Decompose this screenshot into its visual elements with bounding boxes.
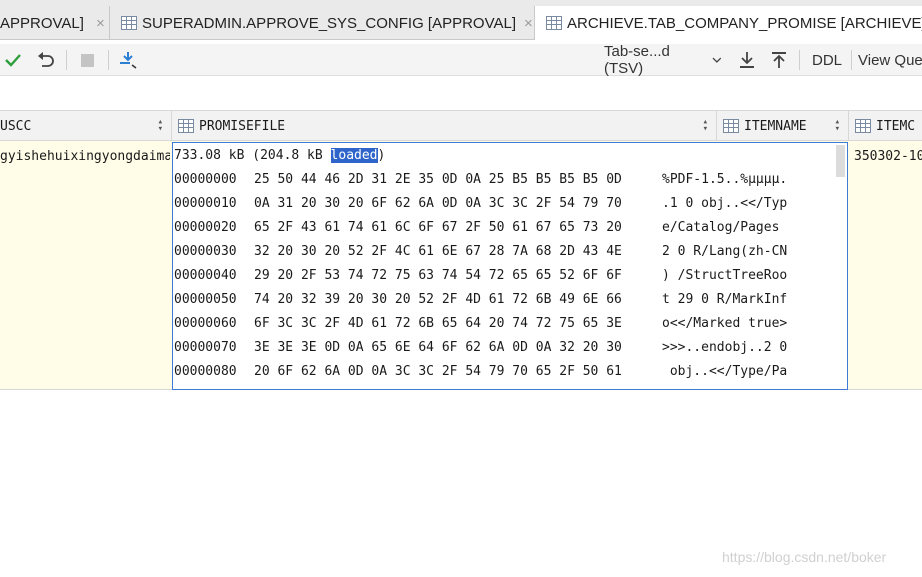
export-format-select[interactable]: Tab-se...d (TSV) bbox=[604, 43, 722, 77]
tab-approval[interactable]: APPROVAL] × bbox=[0, 6, 110, 40]
toolbar-separator bbox=[108, 50, 109, 70]
revert-button[interactable] bbox=[34, 44, 58, 76]
close-icon[interactable]: × bbox=[96, 15, 105, 32]
hex-bytes: 29 20 2F 53 74 72 75 63 74 54 72 65 65 5… bbox=[254, 268, 622, 283]
compare-arrows-icon bbox=[120, 52, 137, 69]
upload-button[interactable] bbox=[768, 44, 790, 76]
vertical-scrollbar[interactable] bbox=[836, 145, 845, 177]
tab-label: SUPERADMIN.APPROVE_SYS_CONFIG [APPROVAL] bbox=[142, 14, 516, 32]
hex-text: t 29 0 R/MarkInf bbox=[662, 292, 788, 307]
column-header-uscc[interactable]: USCC ▴ ▾ bbox=[0, 111, 172, 141]
download-button[interactable] bbox=[736, 44, 758, 76]
check-icon bbox=[5, 54, 21, 67]
hex-text: obj..<</Type/Pa bbox=[662, 364, 788, 379]
column-header-itemcode[interactable]: ITEMC bbox=[849, 111, 922, 141]
sort-icon[interactable]: ▴ ▾ bbox=[703, 118, 708, 134]
editor-tab-bar: APPROVAL] × SUPERADMIN.APPROVE_SYS_CONFI… bbox=[0, 0, 922, 41]
hex-text: e/Catalog/Pages bbox=[662, 220, 788, 235]
compare-button[interactable] bbox=[116, 44, 140, 76]
tab-label: APPROVAL] bbox=[0, 14, 84, 32]
hex-offset: 00000050 bbox=[174, 292, 237, 307]
sort-icon[interactable]: ▴ ▾ bbox=[835, 118, 840, 134]
hex-bytes: 20 6F 62 6A 0D 0A 3C 3C 2F 54 79 70 65 2… bbox=[254, 364, 622, 379]
toolbar-separator bbox=[799, 50, 800, 70]
close-icon[interactable]: × bbox=[524, 15, 533, 32]
chevron-down-icon bbox=[712, 57, 722, 63]
column-header-promisefile[interactable]: PROMISEFILE ▴ ▾ bbox=[172, 111, 717, 141]
sort-icon[interactable]: ▴ ▾ bbox=[158, 118, 163, 134]
hex-offset: 00000070 bbox=[174, 340, 237, 355]
toolbar-separator bbox=[66, 50, 67, 70]
table-icon bbox=[546, 16, 562, 30]
hex-text: ) /StructTreeRoo bbox=[662, 268, 788, 283]
watermark-text: https://blog.csdn.net/boker bbox=[722, 549, 887, 565]
hex-offset: 00000080 bbox=[174, 364, 237, 379]
column-header-label: ITEMC bbox=[876, 118, 916, 134]
hex-offset: 00000030 bbox=[174, 244, 237, 259]
column-header-itemname[interactable]: ITEMNAME ▴ ▾ bbox=[717, 111, 849, 141]
hex-offset: 00000020 bbox=[174, 220, 237, 235]
hex-bytes: 6F 3C 3C 2F 4D 61 72 6B 65 64 20 74 72 7… bbox=[254, 316, 622, 331]
data-editor-toolbar: Tab-se...d (TSV) DDL View Que bbox=[0, 43, 922, 77]
column-icon bbox=[178, 119, 194, 133]
grid-header: USCC ▴ ▾ PROMISEFILE ▴ ▾ ITEMNAME ▴ ▾ ITEMC bbox=[0, 110, 922, 141]
toolbar-separator bbox=[851, 50, 852, 70]
view-query-button[interactable]: View Que bbox=[858, 44, 922, 76]
hex-offset: 00000000 bbox=[174, 172, 237, 187]
tab-label: ARCHIEVE.TAB_COMPANY_PROMISE [ARCHIEVE] bbox=[567, 14, 922, 32]
stop-button[interactable] bbox=[76, 44, 98, 76]
submit-button[interactable] bbox=[2, 44, 24, 76]
hex-bytes: 32 20 30 20 52 2F 4C 61 6E 67 28 7A 68 2… bbox=[254, 244, 622, 259]
hex-text: 2 0 R/Lang(zh-CN bbox=[662, 244, 788, 259]
column-icon bbox=[723, 119, 739, 133]
hex-text: o<</Marked true> bbox=[662, 316, 788, 331]
cell-uscc[interactable]: gyishehuixingyongdaima bbox=[0, 149, 170, 164]
upload-icon bbox=[772, 52, 786, 68]
download-icon bbox=[740, 52, 754, 68]
hex-text: .1 0 obj..<</Typ bbox=[662, 196, 788, 211]
hex-bytes: 3E 3E 3E 0D 0A 65 6E 64 6F 62 6A 0D 0A 3… bbox=[254, 340, 622, 355]
hex-offset: 00000010 bbox=[174, 196, 237, 211]
tab-approve-sys-config[interactable]: SUPERADMIN.APPROVE_SYS_CONFIG [APPROVAL]… bbox=[110, 6, 535, 40]
binary-size-info: 733.08 kB (204.8 kB loaded) bbox=[174, 148, 386, 163]
table-icon bbox=[121, 16, 137, 30]
hex-bytes: 0A 31 20 30 20 6F 62 6A 0D 0A 3C 3C 2F 5… bbox=[254, 196, 622, 211]
binary-value-viewer[interactable]: 733.08 kB (204.8 kB loaded) 00000000 25 5… bbox=[172, 142, 848, 390]
column-header-label: USCC bbox=[0, 118, 32, 134]
hex-offset: 00000060 bbox=[174, 316, 237, 331]
hex-text: %PDF-1.5..%μμμμ. bbox=[662, 172, 788, 187]
hex-offset: 00000040 bbox=[174, 268, 237, 283]
export-format-label: Tab-se...d (TSV) bbox=[604, 43, 670, 77]
hex-text: >>>..endobj..2 0 bbox=[662, 340, 788, 355]
column-icon bbox=[855, 119, 871, 133]
selected-text[interactable]: loaded bbox=[330, 148, 378, 163]
hex-bytes: 65 2F 43 61 74 61 6C 6F 67 2F 50 61 67 6… bbox=[254, 220, 622, 235]
hex-bytes: 25 50 44 46 2D 31 2E 35 0D 0A 25 B5 B5 B… bbox=[254, 172, 622, 187]
cell-itemcode[interactable]: 350302-10 bbox=[854, 149, 922, 164]
column-header-label: ITEMNAME bbox=[744, 118, 807, 134]
tab-company-promise[interactable]: ARCHIEVE.TAB_COMPANY_PROMISE [ARCHIEVE] bbox=[535, 6, 922, 41]
column-header-label: PROMISEFILE bbox=[199, 118, 286, 134]
ddl-button[interactable]: DDL bbox=[808, 44, 846, 76]
hex-bytes: 74 20 32 39 20 30 20 52 2F 4D 61 72 6B 4… bbox=[254, 292, 622, 307]
undo-icon bbox=[38, 52, 54, 67]
stop-icon bbox=[80, 53, 94, 67]
